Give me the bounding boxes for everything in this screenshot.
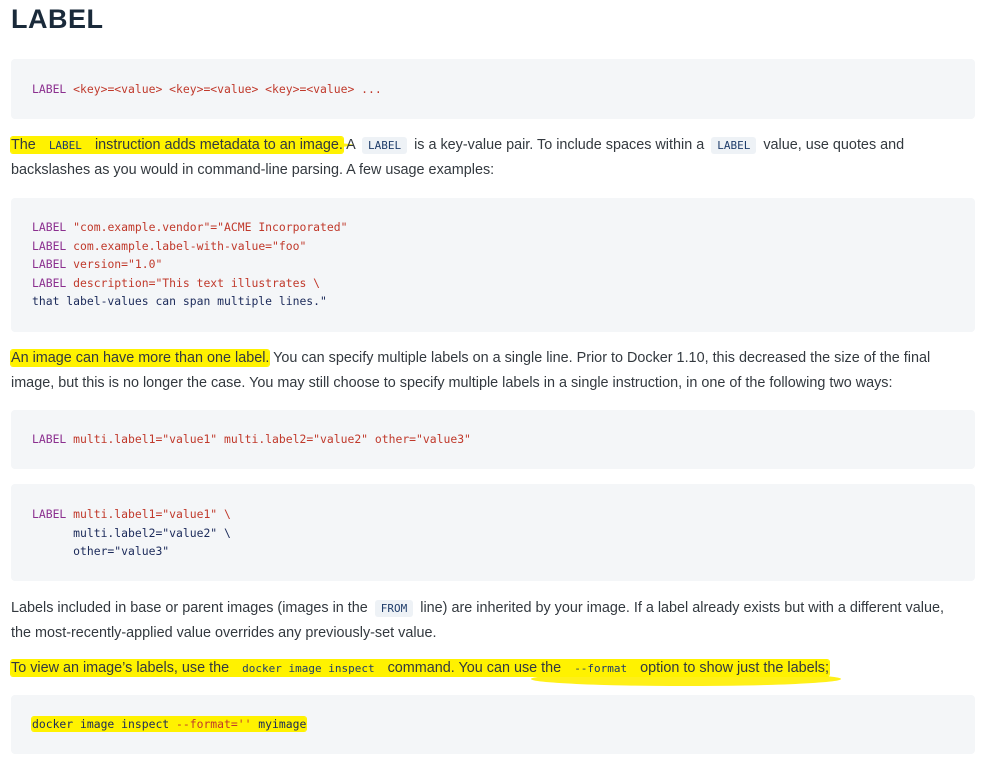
inline-code-from: FROM bbox=[374, 600, 414, 617]
code-line: multi.label2="value2" \ bbox=[32, 525, 231, 540]
code-line: that label-values can span multiple line… bbox=[32, 294, 327, 308]
paragraph-multiple-labels: An image can have more than one label. Y… bbox=[11, 350, 931, 391]
highlighted-text: The LABEL instruction adds metadata to a… bbox=[11, 137, 343, 154]
multiline-label-code-block: LABEL multi.label1="value1" \ multi.labe… bbox=[11, 484, 975, 581]
inline-code-command: docker image inspect bbox=[236, 660, 381, 677]
inline-code-format: --format bbox=[568, 660, 634, 677]
section-heading: LABEL bbox=[11, 4, 104, 34]
paragraph-intro: The LABEL instruction adds metadata to a… bbox=[11, 137, 905, 178]
code-line: LABEL multi.label1="value1" \ bbox=[32, 507, 231, 521]
inline-code-label: LABEL bbox=[711, 137, 757, 154]
code-line: LABEL description="This text illustrates… bbox=[32, 275, 321, 290]
inline-code-label: LABEL bbox=[42, 137, 88, 154]
multi-label-code-block: LABEL multi.label1="value1" multi.label2… bbox=[11, 410, 975, 469]
syntax-code-block: LABEL <key>=<value> <key>=<value> <key>=… bbox=[11, 59, 975, 119]
code-line: other="value3" bbox=[32, 544, 170, 558]
code-syntax-rest: <key>=<value> <key>=<value> <key>=<value… bbox=[66, 82, 382, 96]
code-keyword: LABEL bbox=[32, 82, 67, 96]
highlighted-code: docker image inspect --format='' myimage bbox=[32, 717, 307, 731]
examples-code-block: LABEL "com.example.vendor"="ACME Incorpo… bbox=[11, 198, 975, 332]
code-line: LABEL com.example.label-with-value="foo" bbox=[32, 238, 307, 253]
highlighted-text: To view an image’s labels, use the docke… bbox=[11, 660, 829, 677]
inspect-code-block: docker image inspect --format='' myimage bbox=[11, 695, 975, 754]
paragraph-inherited: Labels included in base or parent images… bbox=[11, 600, 944, 641]
code-line: LABEL "com.example.vendor"="ACME Incorpo… bbox=[32, 220, 348, 234]
code-line: LABEL version="1.0" bbox=[32, 257, 163, 271]
paragraph-view-labels: To view an image’s labels, use the docke… bbox=[11, 656, 975, 681]
inline-code-label: LABEL bbox=[361, 137, 408, 154]
highlighted-text: An image can have more than one label. bbox=[11, 350, 270, 366]
